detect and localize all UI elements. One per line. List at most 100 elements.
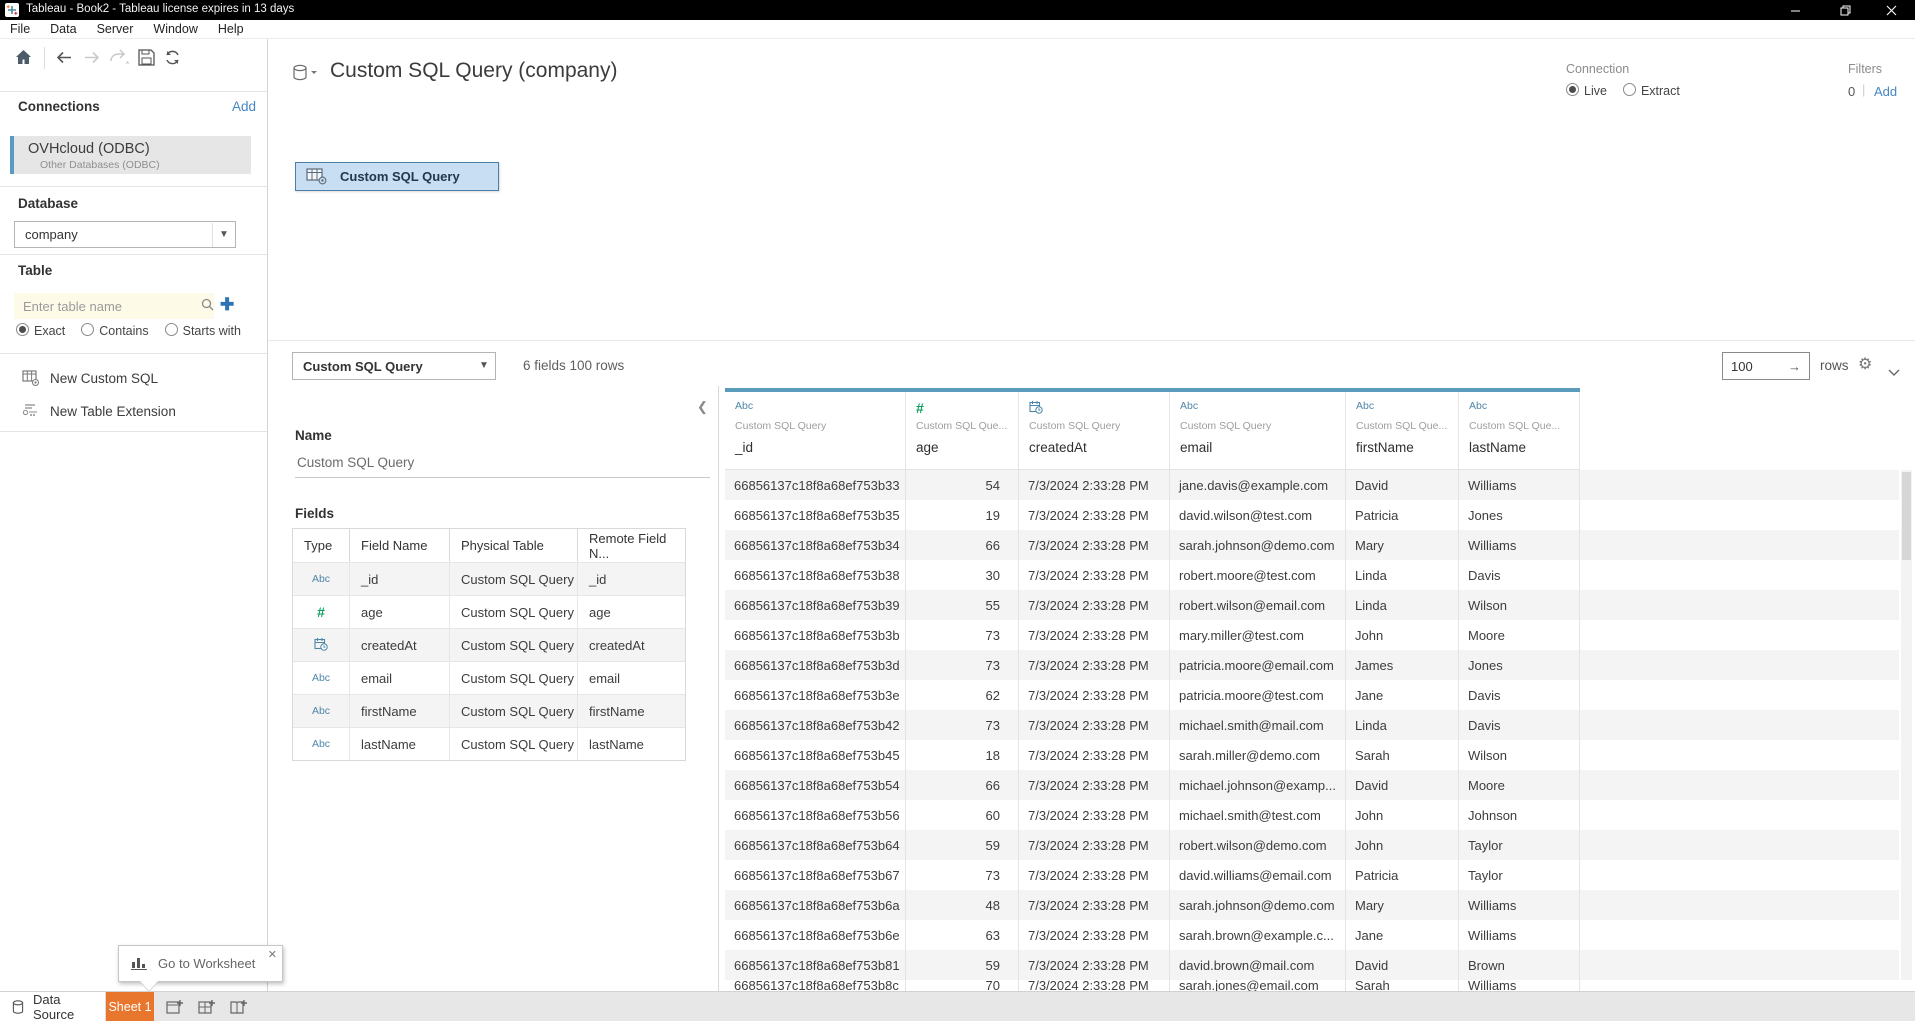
table-row[interactable]: 66856137c18f8a68ef753b35197/3/2024 2:33:… <box>725 500 1899 530</box>
table-row[interactable]: 66856137c18f8a68ef753b67737/3/2024 2:33:… <box>725 860 1899 890</box>
grid-column-header-email[interactable]: AbcCustom SQL Queryemail <box>1170 392 1346 469</box>
custom-sql-table-chip[interactable]: Custom SQL Query <box>295 162 499 191</box>
menu-window[interactable]: Window <box>143 20 207 38</box>
radio-live[interactable] <box>1566 83 1579 96</box>
apply-rows-arrow-icon[interactable]: → <box>1785 359 1809 374</box>
close-icon[interactable]: ✕ <box>268 948 277 961</box>
filters-add-link[interactable]: Add <box>1874 84 1897 99</box>
cell-email: robert.moore@test.com <box>1170 560 1346 590</box>
table-row[interactable]: 66856137c18f8a68ef753b3d737/3/2024 2:33:… <box>725 650 1899 680</box>
connections-label: Connections <box>18 99 100 114</box>
database-icon <box>12 1000 24 1014</box>
cell-age: 73 <box>906 860 1019 890</box>
field-row-lastname[interactable]: AbclastNameCustom SQL QuerylastName <box>293 727 685 760</box>
save-button[interactable] <box>137 48 157 68</box>
field-row-createdat[interactable]: createdAtCustom SQL QuerycreatedAt <box>293 628 685 661</box>
cell--id: 66856137c18f8a68ef753b42 <box>725 710 906 740</box>
grid-column-name: _id <box>735 440 753 455</box>
add-connection-link[interactable]: Add <box>232 99 256 114</box>
grid-column-header--id[interactable]: AbcCustom SQL Query_id <box>725 392 906 469</box>
cell-createdat: 7/3/2024 2:33:28 PM <box>1019 980 1170 991</box>
field-row-age[interactable]: #ageCustom SQL Queryage <box>293 595 685 628</box>
go-to-worksheet-tooltip[interactable]: Go to Worksheet ✕ <box>118 945 283 982</box>
row-filler <box>1580 680 1899 710</box>
new-table-extension-button[interactable]: New Table Extension <box>22 401 176 421</box>
table-row[interactable]: 66856137c18f8a68ef753b6e637/3/2024 2:33:… <box>725 920 1899 950</box>
table-row[interactable]: 66856137c18f8a68ef753b42737/3/2024 2:33:… <box>725 710 1899 740</box>
table-row[interactable]: 66856137c18f8a68ef753b45187/3/2024 2:33:… <box>725 740 1899 770</box>
collapse-panel-button[interactable]: ❮ <box>697 399 708 415</box>
cell-firstname: John <box>1346 830 1459 860</box>
cell-email: sarah.miller@demo.com <box>1170 740 1346 770</box>
table-row[interactable]: 66856137c18f8a68ef753b3e627/3/2024 2:33:… <box>725 680 1899 710</box>
table-row[interactable]: 66856137c18f8a68ef753b81597/3/2024 2:33:… <box>725 950 1899 980</box>
vertical-scrollbar[interactable] <box>1901 470 1912 980</box>
tab-sheet-1[interactable]: Sheet 1 <box>106 992 154 1021</box>
table-row[interactable]: 66856137c18f8a68ef753b64597/3/2024 2:33:… <box>725 830 1899 860</box>
grid-column-header-firstname[interactable]: AbcCustom SQL Que...firstName <box>1346 392 1459 469</box>
menu-help[interactable]: Help <box>208 20 254 38</box>
name-field[interactable]: Custom SQL Query <box>297 455 414 470</box>
database-select[interactable]: company ▼ <box>14 221 236 248</box>
menu-data[interactable]: Data <box>40 20 86 38</box>
custom-sql-icon <box>22 370 40 386</box>
new-dashboard-button[interactable] <box>194 995 220 1019</box>
forward-button[interactable] <box>82 48 102 68</box>
table-search[interactable] <box>14 293 214 319</box>
home-button[interactable] <box>14 48 34 68</box>
datasource-icon[interactable] <box>292 64 318 85</box>
add-table-button[interactable]: ✚ <box>220 295 234 315</box>
physical-table-cell: Custom SQL Query <box>450 629 578 661</box>
gear-icon[interactable]: ⚙ <box>1858 354 1872 373</box>
refresh-button[interactable] <box>163 48 183 68</box>
close-button[interactable] <box>1871 0 1911 20</box>
field-row-firstname[interactable]: AbcfirstNameCustom SQL QueryfirstName <box>293 694 685 727</box>
radio-contains[interactable] <box>81 323 94 336</box>
radio-option-exact[interactable]: Exact <box>16 323 65 338</box>
table-row[interactable]: 66856137c18f8a68ef753b34667/3/2024 2:33:… <box>725 530 1899 560</box>
table-row[interactable]: 66856137c18f8a68ef753b56607/3/2024 2:33:… <box>725 800 1899 830</box>
radio-option-starts-with[interactable]: Starts with <box>165 323 241 338</box>
table-row[interactable]: 66856137c18f8a68ef753b3b737/3/2024 2:33:… <box>725 620 1899 650</box>
cell-createdat: 7/3/2024 2:33:28 PM <box>1019 830 1170 860</box>
table-row[interactable]: 66856137c18f8a68ef753b6a487/3/2024 2:33:… <box>725 890 1899 920</box>
table-row[interactable]: 66856137c18f8a68ef753b54667/3/2024 2:33:… <box>725 770 1899 800</box>
radio-option-contains[interactable]: Contains <box>81 323 148 338</box>
new-story-button[interactable] <box>226 995 252 1019</box>
menu-server[interactable]: Server <box>87 20 144 38</box>
radio-label-live: Live <box>1584 84 1607 98</box>
cell-lastname: Davis <box>1459 710 1580 740</box>
new-worksheet-button[interactable] <box>162 995 188 1019</box>
grid-column-header-createdat[interactable]: Custom SQL QuerycreatedAt <box>1019 392 1170 469</box>
new-custom-sql-button[interactable]: New Custom SQL <box>22 368 158 388</box>
table-row[interactable]: 66856137c18f8a68ef753b38307/3/2024 2:33:… <box>725 560 1899 590</box>
restore-button[interactable] <box>1825 0 1865 20</box>
field-row--id[interactable]: Abc_idCustom SQL Query_id <box>293 562 685 595</box>
fields-col-physical-table: Physical Table <box>450 529 578 562</box>
chevron-down-icon[interactable] <box>1888 364 1900 379</box>
radio-extract[interactable] <box>1623 83 1636 96</box>
connection-item[interactable]: OVHcloud (ODBC) Other Databases (ODBC) <box>10 136 251 174</box>
radio-option-live[interactable]: Live <box>1566 83 1607 98</box>
back-button[interactable] <box>54 48 74 68</box>
undo-redo-button[interactable] <box>108 48 128 68</box>
cell-age: 59 <box>906 830 1019 860</box>
cell--id: 66856137c18f8a68ef753b6e <box>725 920 906 950</box>
table-row-partial[interactable]: 66856137c18f8a68ef753b8c707/3/2024 2:33:… <box>725 980 1899 991</box>
table-row[interactable]: 66856137c18f8a68ef753b39557/3/2024 2:33:… <box>725 590 1899 620</box>
radio-exact[interactable] <box>16 323 29 336</box>
grid-column-header-age[interactable]: #Custom SQL Que...age <box>906 392 1019 469</box>
preview-table-select[interactable]: Custom SQL Query ▼ <box>292 352 496 380</box>
radio-starts-with[interactable] <box>165 323 178 336</box>
grid-column-header-lastname[interactable]: AbcCustom SQL Que...lastName <box>1459 392 1580 469</box>
table-row[interactable]: 66856137c18f8a68ef753b33547/3/2024 2:33:… <box>725 470 1899 500</box>
field-row-email[interactable]: AbcemailCustom SQL Queryemail <box>293 661 685 694</box>
tab-data-source[interactable]: Data Source <box>0 992 106 1021</box>
row-count-input[interactable] <box>1723 358 1785 375</box>
radio-option-extract[interactable]: Extract <box>1623 83 1680 98</box>
menu-file[interactable]: File <box>0 20 40 38</box>
scrollbar-thumb[interactable] <box>1902 472 1911 560</box>
table-search-input[interactable] <box>14 298 201 315</box>
row-count-box: → <box>1722 352 1810 380</box>
minimize-button[interactable] <box>1775 0 1815 20</box>
